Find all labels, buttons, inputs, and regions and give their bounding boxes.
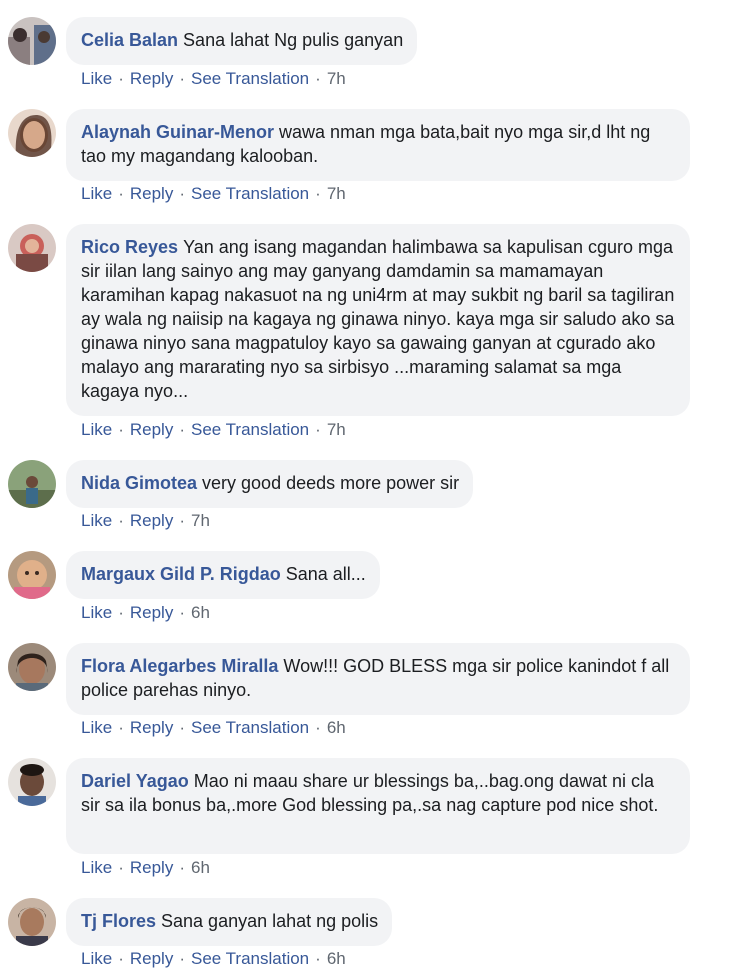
see-translation-button[interactable]: See Translation <box>191 949 309 968</box>
comment-author[interactable]: Celia Balan <box>81 30 178 50</box>
separator: · <box>118 420 124 439</box>
separator: · <box>118 603 124 622</box>
avatar[interactable] <box>8 758 56 806</box>
comment-actions: Like · Reply · See Translation · 6h <box>81 949 346 969</box>
reply-button[interactable]: Reply <box>130 718 173 737</box>
timestamp[interactable]: 6h <box>327 949 346 968</box>
reply-button[interactable]: Reply <box>130 949 173 968</box>
see-translation-button[interactable]: See Translation <box>191 69 309 88</box>
comment-author[interactable]: Nida Gimotea <box>81 473 197 493</box>
reply-button[interactable]: Reply <box>130 603 173 622</box>
separator: · <box>179 184 185 203</box>
comment-text: Sana all... <box>285 564 366 584</box>
comment-text: very good deeds more power sir <box>202 473 460 493</box>
separator: · <box>179 69 185 88</box>
comment-bubble: Alaynah Guinar-Menor wawa nman mga bata,b… <box>66 109 690 181</box>
comment-author[interactable]: Margaux Gild P. Rigdao <box>81 564 281 584</box>
separator: · <box>179 511 185 530</box>
comment-bubble: Dariel Yagao Mao ni maau share ur blessin… <box>66 758 690 854</box>
separator: · <box>179 858 185 877</box>
separator: · <box>179 718 185 737</box>
like-button[interactable]: Like <box>81 511 112 530</box>
separator: · <box>118 949 124 968</box>
reply-button[interactable]: Reply <box>130 858 173 877</box>
timestamp[interactable]: 6h <box>327 718 346 737</box>
timestamp[interactable]: 7h <box>327 69 346 88</box>
see-translation-button[interactable]: See Translation <box>191 718 309 737</box>
separator: · <box>118 184 124 203</box>
separator: · <box>315 718 321 737</box>
see-translation-button[interactable]: See Translation <box>191 420 309 439</box>
comment-bubble: Tj Flores Sana ganyan lahat ng polis <box>66 898 393 946</box>
comment-actions: Like · Reply · See Translation · 6h <box>81 718 346 738</box>
comment-actions: Like · Reply · 7h <box>81 511 210 531</box>
avatar[interactable] <box>8 898 56 946</box>
avatar[interactable] <box>8 460 56 508</box>
separator: · <box>179 949 185 968</box>
comment-author[interactable]: Flora Alegarbes Miralla <box>81 656 278 676</box>
comment-bubble: Nida Gimotea very good deeds more power s… <box>66 460 474 508</box>
like-button[interactable]: Like <box>81 184 112 203</box>
separator: · <box>118 858 124 877</box>
comment-bubble: Flora Alegarbes Miralla Wow!!! GOD BLESS … <box>66 643 690 715</box>
separator: · <box>118 69 124 88</box>
comment-bubble: Rico Reyes Yan ang isang magandan halimba… <box>66 224 690 416</box>
avatar[interactable] <box>8 551 56 599</box>
timestamp[interactable]: 6h <box>191 858 210 877</box>
separator: · <box>315 69 321 88</box>
comment-actions: Like · Reply · See Translation · 7h <box>81 69 346 89</box>
timestamp[interactable]: 7h <box>327 420 346 439</box>
separator: · <box>315 420 321 439</box>
comment-author[interactable]: Dariel Yagao <box>81 771 189 791</box>
separator: · <box>118 718 124 737</box>
timestamp[interactable]: 6h <box>191 603 210 622</box>
comment-text: Sana ganyan lahat ng polis <box>161 911 379 931</box>
avatar[interactable] <box>8 224 56 272</box>
comment-author[interactable]: Rico Reyes <box>81 237 178 257</box>
separator: · <box>179 420 185 439</box>
reply-button[interactable]: Reply <box>130 420 173 439</box>
reply-button[interactable]: Reply <box>130 511 173 530</box>
comment-actions: Like · Reply · 6h <box>81 603 210 623</box>
reply-button[interactable]: Reply <box>130 184 173 203</box>
like-button[interactable]: Like <box>81 949 112 968</box>
comment-actions: Like · Reply · See Translation · 7h <box>81 420 346 440</box>
comment-author[interactable]: Alaynah Guinar-Menor <box>81 122 274 142</box>
reply-button[interactable]: Reply <box>130 69 173 88</box>
comment-text: Yan ang isang magandan halimbawa sa kapu… <box>81 237 675 401</box>
like-button[interactable]: Like <box>81 69 112 88</box>
separator: · <box>118 511 124 530</box>
like-button[interactable]: Like <box>81 420 112 439</box>
separator: · <box>179 603 185 622</box>
like-button[interactable]: Like <box>81 858 112 877</box>
comment-actions: Like · Reply · 6h <box>81 858 210 878</box>
see-translation-button[interactable]: See Translation <box>191 184 309 203</box>
timestamp[interactable]: 7h <box>327 184 346 203</box>
comment-text: Sana lahat Ng pulis ganyan <box>183 30 404 50</box>
separator: · <box>315 949 321 968</box>
comment-bubble: Celia Balan Sana lahat Ng pulis ganyan <box>66 17 418 65</box>
avatar[interactable] <box>8 109 56 157</box>
timestamp[interactable]: 7h <box>191 511 210 530</box>
avatar[interactable] <box>8 17 56 65</box>
separator: · <box>315 184 321 203</box>
comment-actions: Like · Reply · See Translation · 7h <box>81 184 346 204</box>
comment-bubble: Margaux Gild P. Rigdao Sana all... <box>66 551 380 599</box>
like-button[interactable]: Like <box>81 603 112 622</box>
avatar[interactable] <box>8 643 56 691</box>
like-button[interactable]: Like <box>81 718 112 737</box>
comment-author[interactable]: Tj Flores <box>81 911 156 931</box>
